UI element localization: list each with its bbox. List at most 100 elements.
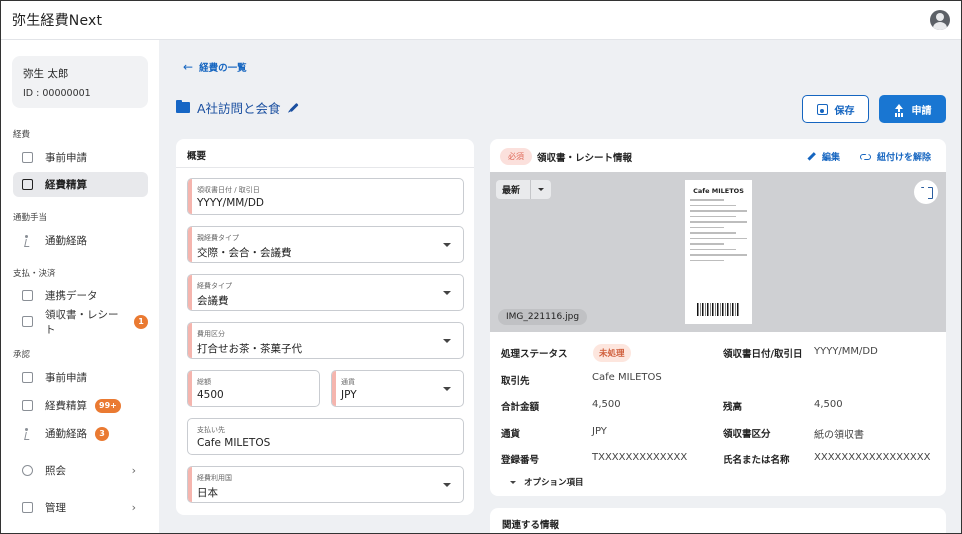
field-value: JPY	[341, 389, 357, 401]
unlink-receipt-link[interactable]: 紐付けを解除	[860, 150, 931, 163]
sidebar-item-management[interactable]: 管理 ›	[13, 495, 148, 520]
cost-category-select[interactable]: 費用区分 打合せお茶・茶菓子代	[187, 322, 464, 359]
edit-title-pencil-icon[interactable]	[288, 102, 299, 113]
sidebar-item-approval-pre-application[interactable]: 事前申請	[13, 365, 148, 390]
options-label: オプション項目	[524, 478, 584, 488]
version-label: 最新	[502, 186, 521, 196]
back-link-label: 経費の一覧	[199, 63, 247, 74]
sidebar: 弥生 太郎 ID : 00000001 経費 事前申請 経費精算 通勤手当 通勤…	[1, 40, 159, 533]
sidebar-item-commute-route[interactable]: 通勤経路	[13, 228, 148, 253]
field-label: 親経費タイプ	[197, 234, 239, 242]
page-title: A社訪問と会食	[197, 101, 281, 116]
currency-value: JPY	[592, 426, 607, 437]
name-value: XXXXXXXXXXXXXXXXX	[814, 452, 931, 463]
account-avatar-icon[interactable]	[930, 10, 950, 30]
form-check-icon	[22, 372, 33, 383]
related-info-title: 関連する情報	[502, 520, 560, 531]
page-title-row: A社訪問と会食	[176, 98, 299, 117]
apply-label: 申請	[911, 105, 932, 117]
receipt-image-preview: 最新 Cafe MILETOS IMG_221116.jpg	[490, 172, 946, 332]
barcode	[697, 303, 740, 316]
balance-value: 4,500	[814, 399, 843, 410]
receipt-shop-name: Cafe MILETOS	[693, 187, 744, 195]
sidebar-item-approval-commute[interactable]: 通勤経路 3	[13, 421, 148, 446]
sidebar-item-label: 事前申請	[45, 152, 87, 164]
receipt-type-label: 領収書区分	[723, 429, 771, 440]
version-select[interactable]: 最新	[496, 180, 551, 199]
usage-country-select[interactable]: 経費利用国 日本	[187, 466, 464, 503]
count-badge: 3	[95, 426, 109, 441]
payee-field[interactable]: 支払い先 Cafe MILETOS	[187, 418, 464, 455]
currency-select[interactable]: 通貨 JPY	[331, 370, 464, 407]
file-name-chip: IMG_221116.jpg	[498, 309, 588, 325]
caret-down-icon[interactable]	[530, 180, 551, 199]
user-id: ID : 00000001	[23, 88, 91, 99]
sidebar-item-receipts[interactable]: 領収書・レシート 1	[13, 309, 148, 336]
link-off-icon	[860, 153, 871, 160]
sidebar-item-linked-data[interactable]: 連携データ	[13, 283, 148, 308]
field-label: 経費利用国	[197, 474, 232, 482]
receipt-date-label: 領収書日付/取引日	[723, 349, 803, 360]
fullscreen-icon[interactable]	[914, 180, 938, 204]
parent-expense-type-select[interactable]: 親経費タイプ 交際・会合・会議費	[187, 226, 464, 263]
upload-icon	[894, 103, 904, 115]
summary-panel: 概要 領収書日付 / 取引日 YYYY/MM/DD 親経費タイプ 交際・会合・会…	[176, 139, 474, 515]
unlink-label: 紐付けを解除	[877, 153, 932, 163]
field-value: 会議費	[197, 295, 229, 307]
apply-button[interactable]: 申請	[879, 95, 946, 123]
required-badge: 必須	[500, 148, 532, 165]
pencil-icon	[807, 152, 816, 161]
total-amount-field[interactable]: 総額 4500	[187, 370, 320, 407]
main-content: ← 経費の一覧 A社訪問と会食 保存 申請 概要 領収書日付 / 取引日 YYY…	[159, 40, 961, 533]
currency-label: 通貨	[501, 429, 521, 440]
expense-type-select[interactable]: 経費タイプ 会議費	[187, 274, 464, 311]
receipt-panel: 必須 領収書・レシート情報 編集 紐付けを解除 最新 Cafe MILETOS	[490, 139, 946, 496]
related-info-panel: 関連する情報	[490, 508, 946, 533]
registration-number-value: TXXXXXXXXXXXXX	[592, 452, 688, 463]
divider	[176, 167, 474, 168]
app-window: 弥生経費Next 弥生 太郎 ID : 00000001 経費 事前申請 経費精…	[0, 0, 962, 534]
section-label-commute: 通勤手当	[13, 213, 48, 223]
edit-receipt-link[interactable]: 編集	[807, 150, 840, 163]
field-value: 日本	[197, 487, 218, 499]
save-icon	[816, 103, 828, 115]
sidebar-item-label: 照会	[45, 465, 66, 477]
field-value: 交際・会合・会議費	[197, 247, 292, 259]
field-label: 支払い先	[197, 426, 225, 434]
sidebar-item-expense-settlement[interactable]: 経費精算	[13, 172, 148, 197]
balance-label: 残高	[723, 402, 743, 413]
field-value: YYYY/MM/DD	[197, 197, 265, 209]
sidebar-item-label: 経費精算	[45, 400, 87, 412]
caret-down-icon	[443, 243, 451, 247]
save-button[interactable]: 保存	[802, 95, 869, 123]
field-label: 費用区分	[197, 330, 225, 338]
sidebar-item-inquiry[interactable]: 照会 ›	[13, 458, 148, 483]
sidebar-item-label: 管理	[45, 502, 66, 514]
vendor-value: Cafe MILETOS	[592, 372, 662, 383]
app-title: 弥生経費Next	[12, 13, 103, 29]
back-to-expense-list-link[interactable]: ← 経費の一覧	[183, 60, 247, 74]
receipt-date-field[interactable]: 領収書日付 / 取引日 YYYY/MM/DD	[187, 178, 464, 215]
options-toggle[interactable]: オプション項目	[510, 476, 584, 488]
sidebar-item-approval-expense[interactable]: 経費精算 99+	[13, 393, 148, 418]
receipt-panel-title: 領収書・レシート情報	[537, 153, 633, 164]
sidebar-item-pre-application[interactable]: 事前申請	[13, 145, 148, 170]
top-bar: 弥生経費Next	[1, 1, 961, 40]
field-label: 経費タイプ	[197, 282, 232, 290]
vendor-label: 取引先	[501, 376, 530, 387]
receipt-image[interactable]: Cafe MILETOS	[685, 180, 752, 324]
caret-down-icon	[510, 480, 516, 484]
registration-number-label: 登録番号	[501, 455, 540, 466]
document-icon	[22, 179, 33, 190]
chevron-right-icon: ›	[131, 501, 136, 514]
save-label: 保存	[834, 105, 855, 117]
sidebar-item-label: 通勤経路	[45, 428, 87, 440]
user-name: 弥生 太郎	[23, 68, 69, 80]
status-badge: 未処理	[593, 344, 631, 362]
data-link-icon	[22, 290, 33, 301]
user-card[interactable]: 弥生 太郎 ID : 00000001	[12, 56, 148, 108]
processing-status-label: 処理ステータス	[501, 349, 568, 360]
people-icon	[22, 502, 33, 513]
field-value: Cafe MILETOS	[197, 437, 271, 449]
document-check-icon	[22, 400, 33, 411]
